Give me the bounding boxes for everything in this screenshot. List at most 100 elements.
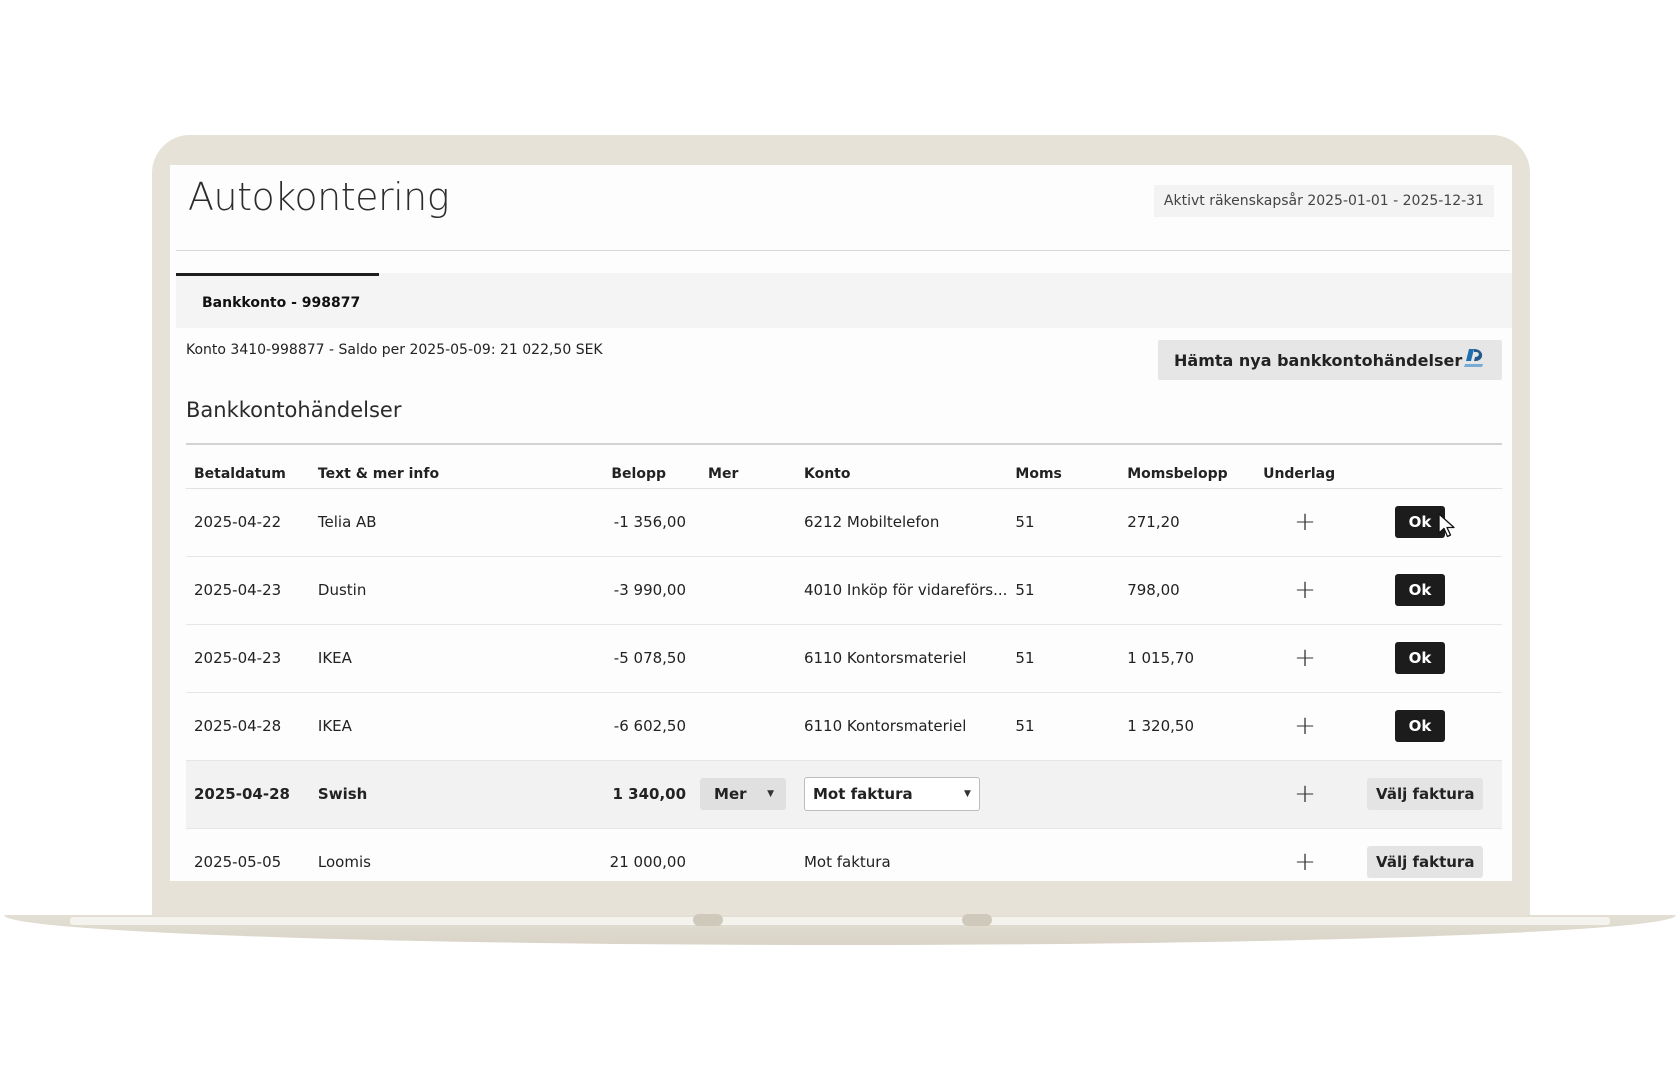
page-title: Autokontering xyxy=(188,175,450,219)
fetch-bank-transactions-button[interactable]: Hämta nya bankkontohändelser xyxy=(1158,340,1502,380)
header-underlag[interactable]: Underlag xyxy=(1255,447,1348,489)
add-attachment-icon[interactable]: + xyxy=(1263,849,1347,875)
cell-underlag: + xyxy=(1255,828,1348,881)
cell-text: IKEA xyxy=(309,624,555,693)
choose-invoice-button[interactable]: Välj faktura xyxy=(1367,778,1484,810)
cell-mer: Mer ▼ xyxy=(700,760,796,829)
cell-konto: 6110 Kontorsmateriel xyxy=(795,624,1008,693)
cell-text: Dustin xyxy=(309,556,555,625)
transactions-table: Betaldatum Text & mer info Belopp Mer Ko… xyxy=(186,447,1502,881)
app-screen: Autokontering Aktivt räkenskapsår 2025-0… xyxy=(170,165,1512,881)
stage: Autokontering Aktivt räkenskapsår 2025-0… xyxy=(0,0,1680,1080)
cell-konto: Mot faktura xyxy=(795,828,1008,881)
cell-mer xyxy=(700,692,796,761)
header-konto[interactable]: Konto xyxy=(795,447,1008,489)
add-attachment-icon[interactable]: + xyxy=(1263,577,1347,603)
laptop-hinge-left xyxy=(693,914,723,926)
cell-mer xyxy=(700,624,796,693)
cell-momsbelopp: 1 320,50 xyxy=(1119,692,1256,761)
caret-down-icon: ▼ xyxy=(767,789,775,799)
cell-date: 2025-04-28 xyxy=(186,692,310,761)
cell-mer xyxy=(700,488,796,557)
tab-label: Bankkonto - 998877 xyxy=(202,295,361,311)
cell-konto: Mot faktura ▼ xyxy=(795,760,1008,829)
cell-moms xyxy=(1007,760,1120,829)
cell-moms: 51 xyxy=(1007,556,1120,625)
cell-moms xyxy=(1007,828,1120,881)
cell-action: Ok xyxy=(1347,692,1502,761)
header-belopp[interactable]: Belopp xyxy=(554,447,701,489)
konto-dropdown-value: Mot faktura xyxy=(812,785,913,803)
cell-action: Ok xyxy=(1347,488,1502,557)
cell-text: IKEA xyxy=(309,692,555,761)
cell-amount: -6 602,50 xyxy=(554,692,701,761)
choose-invoice-button[interactable]: Välj faktura xyxy=(1367,846,1484,878)
table-row: 2025-04-23 IKEA -5 078,50 6110 Kontorsma… xyxy=(186,624,1502,693)
cell-konto: 6212 Mobiltelefon xyxy=(795,488,1008,557)
cell-amount: 1 340,00 xyxy=(554,760,701,829)
cell-date: 2025-04-23 xyxy=(186,556,310,625)
header-betaldatum[interactable]: Betaldatum xyxy=(186,447,310,489)
cell-text: Swish xyxy=(309,760,555,829)
fetch-button-label: Hämta nya bankkontohändelser xyxy=(1174,350,1463,370)
laptop-base-highlight xyxy=(70,917,1610,925)
cell-text: Telia AB xyxy=(309,488,555,557)
cell-underlag: + xyxy=(1255,760,1348,829)
section-title: Bankkontohändelser xyxy=(186,398,402,422)
mer-dropdown-label: Mer xyxy=(714,785,747,803)
cell-moms: 51 xyxy=(1007,488,1120,557)
cell-date: 2025-05-05 xyxy=(186,828,310,881)
add-attachment-icon[interactable]: + xyxy=(1263,713,1347,739)
header-action xyxy=(1347,447,1502,489)
cell-action: Ok xyxy=(1347,556,1502,625)
table-row: 2025-04-23 Dustin -3 990,00 4010 Inköp f… xyxy=(186,556,1502,625)
cell-underlag: + xyxy=(1255,488,1348,557)
cell-amount: -5 078,50 xyxy=(554,624,701,693)
cell-momsbelopp: 271,20 xyxy=(1119,488,1256,557)
cell-moms: 51 xyxy=(1007,692,1120,761)
ok-button[interactable]: Ok xyxy=(1395,506,1446,538)
caret-down-icon: ▼ xyxy=(964,789,971,799)
cell-amount: -1 356,00 xyxy=(554,488,701,557)
cell-underlag: + xyxy=(1255,624,1348,693)
header-moms[interactable]: Moms xyxy=(1007,447,1120,489)
account-balance-info: Konto 3410-998877 - Saldo per 2025-05-09… xyxy=(186,342,603,358)
laptop-hinge-right xyxy=(962,914,992,926)
cell-amount: -3 990,00 xyxy=(554,556,701,625)
table-row: 2025-04-28 IKEA -6 602,50 6110 Kontorsma… xyxy=(186,692,1502,761)
header-momsbelopp[interactable]: Momsbelopp xyxy=(1119,447,1256,489)
cell-mer xyxy=(700,556,796,625)
cell-moms: 51 xyxy=(1007,624,1120,693)
cell-underlag: + xyxy=(1255,556,1348,625)
mer-dropdown[interactable]: Mer ▼ xyxy=(700,778,787,810)
table-row: 2025-04-22 Telia AB -1 356,00 6212 Mobil… xyxy=(186,488,1502,557)
cell-konto: 6110 Kontorsmateriel xyxy=(795,692,1008,761)
ok-button[interactable]: Ok xyxy=(1395,642,1446,674)
ok-button[interactable]: Ok xyxy=(1395,574,1446,606)
cell-momsbelopp xyxy=(1119,828,1256,881)
bankid-icon xyxy=(1464,349,1483,367)
tab-strip: Bankkonto - 998877 xyxy=(176,273,1512,328)
add-attachment-icon[interactable]: + xyxy=(1263,509,1347,535)
cell-mer xyxy=(700,828,796,881)
konto-dropdown[interactable]: Mot faktura ▼ xyxy=(803,777,980,811)
cell-date: 2025-04-28 xyxy=(186,760,310,829)
add-attachment-icon[interactable]: + xyxy=(1263,645,1347,671)
cell-momsbelopp: 1 015,70 xyxy=(1119,624,1256,693)
tab-bankkonto[interactable]: Bankkonto - 998877 xyxy=(176,273,379,328)
header-mer[interactable]: Mer xyxy=(700,447,796,489)
section-divider xyxy=(186,443,1502,445)
header-text[interactable]: Text & mer info xyxy=(309,447,555,489)
header-divider xyxy=(176,250,1510,251)
ok-button[interactable]: Ok xyxy=(1395,710,1446,742)
cell-momsbelopp: 798,00 xyxy=(1119,556,1256,625)
cell-date: 2025-04-22 xyxy=(186,488,310,557)
cell-date: 2025-04-23 xyxy=(186,624,310,693)
table-row-selected: 2025-04-28 Swish 1 340,00 Mer ▼ Mot fakt… xyxy=(186,760,1502,829)
cell-konto: 4010 Inköp för vidareförs... xyxy=(795,556,1008,625)
add-attachment-icon[interactable]: + xyxy=(1263,781,1347,807)
cell-momsbelopp xyxy=(1119,760,1256,829)
table-header-row: Betaldatum Text & mer info Belopp Mer Ko… xyxy=(186,447,1502,489)
table-row: 2025-05-05 Loomis 21 000,00 Mot faktura … xyxy=(186,828,1502,881)
cell-action: Välj faktura xyxy=(1347,760,1502,829)
